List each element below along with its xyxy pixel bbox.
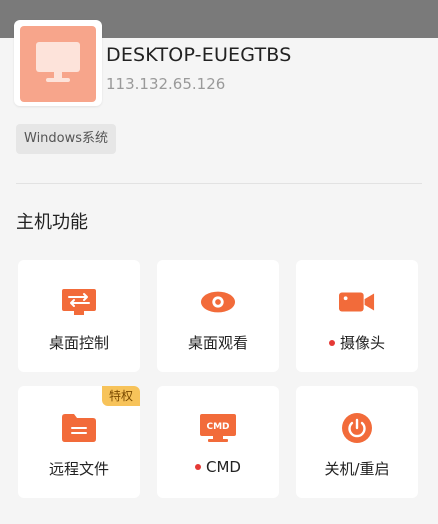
status-dot bbox=[328, 339, 335, 346]
tile-label: 摄像头 bbox=[339, 334, 385, 352]
device-name: DESKTOP-EUEGTBS bbox=[106, 44, 292, 66]
eye-icon bbox=[200, 286, 236, 318]
tile-label: 关机/重启 bbox=[324, 460, 390, 478]
section-title: 主机功能 bbox=[16, 212, 88, 233]
tile-label: CMD bbox=[206, 458, 241, 476]
privilege-badge: 特权 bbox=[101, 386, 140, 406]
camera-icon bbox=[339, 286, 375, 318]
tile-power[interactable]: 关机/重启 bbox=[296, 386, 418, 498]
cmd-icon: CMD bbox=[200, 412, 236, 444]
device-avatar bbox=[14, 20, 102, 106]
tile-remote-files[interactable]: 特权 远程文件 bbox=[18, 386, 140, 498]
power-icon bbox=[339, 412, 375, 444]
divider bbox=[16, 183, 422, 184]
svg-text:CMD: CMD bbox=[206, 422, 229, 432]
tile-label: 桌面控制 bbox=[48, 334, 109, 352]
tile-desktop-control[interactable]: 桌面控制 bbox=[18, 260, 140, 372]
remote-desktop-icon bbox=[61, 286, 97, 318]
os-tag: Windows系统 bbox=[16, 124, 117, 154]
tile-label: 远程文件 bbox=[48, 460, 109, 478]
status-dot bbox=[195, 464, 202, 470]
monitor-icon bbox=[34, 40, 82, 88]
tile-cmd[interactable]: CMD CMD bbox=[157, 386, 279, 498]
tile-desktop-view[interactable]: 桌面观看 bbox=[157, 260, 279, 372]
device-ip: 113.132.65.126 bbox=[106, 75, 226, 93]
device-thumbnail bbox=[20, 26, 96, 102]
folder-icon bbox=[61, 412, 97, 444]
tile-camera[interactable]: 摄像头 bbox=[296, 260, 418, 372]
tile-label: 桌面观看 bbox=[187, 334, 248, 352]
